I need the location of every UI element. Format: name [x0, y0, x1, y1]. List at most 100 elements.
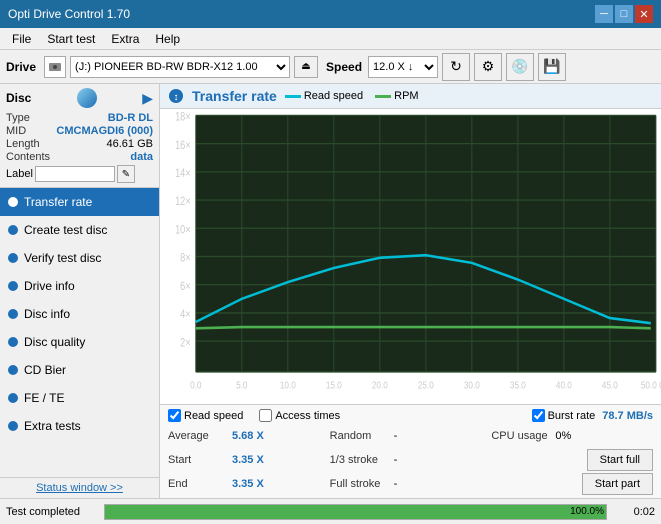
- app-title: Opti Drive Control 1.70: [8, 7, 130, 21]
- drive-toolbar: Drive (J:) PIONEER BD-RW BDR-X12 1.00 ⏏ …: [0, 50, 661, 84]
- maximize-button[interactable]: □: [615, 5, 633, 23]
- disc-panel: Disc ▶ Type BD-R DL MID CMCMAGDI6 (000) …: [0, 84, 159, 188]
- read-speed-checkbox[interactable]: [168, 409, 181, 422]
- progress-track: 100.0%: [104, 504, 607, 520]
- drive-label: Drive: [6, 60, 36, 74]
- nav-item-disc-info[interactable]: Disc info: [0, 300, 159, 328]
- title-bar: Opti Drive Control 1.70 ─ □ ✕: [0, 0, 661, 28]
- svg-text:25.0: 25.0: [418, 380, 434, 391]
- menu-help[interactable]: Help: [147, 30, 188, 48]
- speed-label: Speed: [326, 60, 362, 74]
- read-speed-legend-label: Read speed: [304, 90, 363, 102]
- svg-text:8×: 8×: [180, 253, 190, 265]
- stats-row-3: End 3.35 X Full stroke - Start part: [168, 472, 653, 496]
- svg-text:14×: 14×: [175, 168, 191, 180]
- disc-icon: [77, 88, 97, 108]
- nav-dot: [8, 309, 18, 319]
- burst-rate-value: 78.7 MB/s: [602, 410, 653, 422]
- progress-bar-row: Test completed 100.0% 0:02: [0, 498, 661, 524]
- nav-item-create-test-disc[interactable]: Create test disc: [0, 216, 159, 244]
- burst-rate-checkbox-label: Burst rate: [548, 410, 596, 422]
- settings-button[interactable]: ⚙: [474, 53, 502, 81]
- chart-header: ↕ Transfer rate Read speed RPM: [160, 84, 661, 109]
- window-controls: ─ □ ✕: [595, 5, 653, 23]
- end-label: End: [168, 478, 228, 490]
- nav-label-create-test-disc: Create test disc: [24, 223, 107, 237]
- close-button[interactable]: ✕: [635, 5, 653, 23]
- one-third-value: -: [394, 454, 434, 466]
- chart-area: ↕ Transfer rate Read speed RPM: [160, 84, 661, 498]
- refresh-button[interactable]: ↻: [442, 53, 470, 81]
- full-stroke-value: -: [394, 478, 434, 490]
- cpu-usage-label: CPU usage: [491, 430, 551, 442]
- read-speed-legend-color: [285, 95, 301, 98]
- end-value: 3.35 X: [232, 478, 272, 490]
- nav-item-extra-tests[interactable]: Extra tests: [0, 412, 159, 440]
- nav-item-cd-bier[interactable]: CD Bier: [0, 356, 159, 384]
- one-third-label: 1/3 stroke: [330, 454, 390, 466]
- progress-percent: 100.0%: [570, 505, 604, 519]
- type-label: Type: [6, 112, 30, 124]
- eject-button[interactable]: ⏏: [294, 56, 318, 78]
- average-label: Average: [168, 430, 228, 442]
- burst-rate-checkbox[interactable]: [532, 409, 545, 422]
- svg-text:12×: 12×: [175, 196, 191, 208]
- nav-dot: [8, 393, 18, 403]
- chart-svg: 18× 16× 14× 12× 10× 8× 6× 4× 2× 0.0 5.0 …: [160, 109, 661, 404]
- type-value: BD-R DL: [108, 112, 153, 124]
- mid-value: CMCMAGDI6 (000): [56, 125, 153, 137]
- nav-item-disc-quality[interactable]: Disc quality: [0, 328, 159, 356]
- nav-dot: [8, 421, 18, 431]
- svg-text:10.0: 10.0: [280, 380, 296, 391]
- drive-select[interactable]: (J:) PIONEER BD-RW BDR-X12 1.00: [70, 56, 290, 78]
- svg-text:5.0: 5.0: [236, 380, 247, 391]
- svg-text:↕: ↕: [174, 92, 179, 103]
- minimize-button[interactable]: ─: [595, 5, 613, 23]
- start-part-button[interactable]: Start part: [582, 473, 653, 495]
- access-times-checkbox-label: Access times: [275, 410, 340, 422]
- average-value: 5.68 X: [232, 430, 272, 442]
- menu-file[interactable]: File: [4, 30, 39, 48]
- nav-item-verify-test-disc[interactable]: Verify test disc: [0, 244, 159, 272]
- length-label: Length: [6, 138, 40, 150]
- start-value: 3.35 X: [232, 454, 272, 466]
- disc-title: Disc: [6, 91, 31, 105]
- svg-text:4×: 4×: [180, 309, 190, 321]
- access-times-checkbox[interactable]: [259, 409, 272, 422]
- nav-label-disc-info: Disc info: [24, 307, 70, 321]
- menu-extra[interactable]: Extra: [103, 30, 147, 48]
- checkbox-row: Read speed Access times Burst rate 78.7 …: [168, 407, 653, 424]
- progress-fill: [105, 505, 606, 519]
- nav-dot: [8, 337, 18, 347]
- menu-bar: File Start test Extra Help: [0, 28, 661, 50]
- stats-row-2: Start 3.35 X 1/3 stroke - Start full: [168, 448, 653, 472]
- nav-label-disc-quality: Disc quality: [24, 335, 85, 349]
- time-remaining: 0:02: [615, 506, 655, 518]
- start-full-button[interactable]: Start full: [587, 449, 653, 471]
- svg-text:18×: 18×: [175, 112, 191, 124]
- nav-dot: [8, 225, 18, 235]
- label-input[interactable]: [35, 166, 115, 182]
- nav-item-fe-te[interactable]: FE / TE: [0, 384, 159, 412]
- svg-text:50.0 GB: 50.0 GB: [641, 380, 661, 391]
- length-value: 46.61 GB: [107, 138, 153, 150]
- label-button[interactable]: ✎: [117, 165, 135, 183]
- nav-label-extra-tests: Extra tests: [24, 419, 81, 433]
- random-value: -: [394, 430, 434, 442]
- nav-item-drive-info[interactable]: Drive info: [0, 272, 159, 300]
- status-text: Test completed: [6, 506, 96, 518]
- nav-dot: [8, 197, 18, 207]
- svg-text:15.0: 15.0: [326, 380, 342, 391]
- save-button[interactable]: 💾: [538, 53, 566, 81]
- status-window-button[interactable]: Status window >>: [0, 477, 159, 498]
- disc-button[interactable]: 💿: [506, 53, 534, 81]
- chart-icon: ↕: [168, 88, 184, 104]
- full-stroke-label: Full stroke: [330, 478, 390, 490]
- speed-select[interactable]: 12.0 X ↓: [368, 56, 438, 78]
- menu-start-test[interactable]: Start test: [39, 30, 103, 48]
- nav-item-transfer-rate[interactable]: Transfer rate: [0, 188, 159, 216]
- chart-legend: Read speed RPM: [285, 90, 419, 102]
- disc-arrow-icon: ▶: [142, 90, 153, 107]
- read-speed-checkbox-label: Read speed: [184, 410, 243, 422]
- mid-label: MID: [6, 125, 26, 137]
